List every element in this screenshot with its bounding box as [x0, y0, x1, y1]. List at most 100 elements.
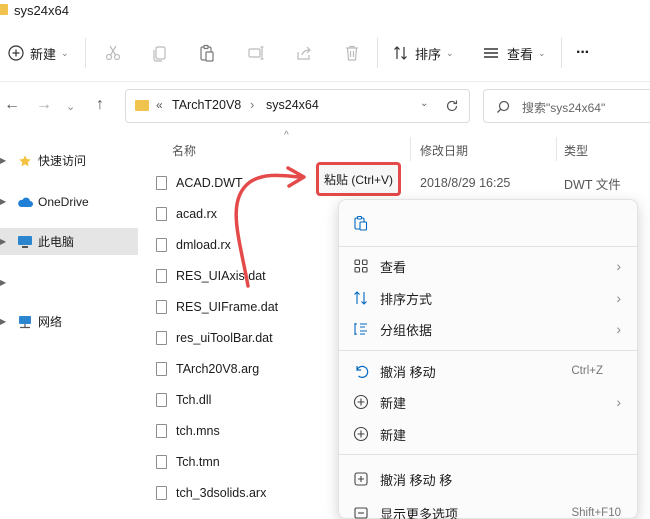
- breadcrumb-item[interactable]: sys24x64: [266, 98, 319, 112]
- paste-tooltip: 粘贴 (Ctrl+V): [316, 162, 401, 196]
- file-icon: [156, 238, 167, 252]
- menu-item-undo[interactable]: 撤消 移动 Ctrl+Z: [339, 356, 639, 386]
- chevron-down-icon: ⌄: [61, 47, 69, 58]
- context-menu: 查看 › 排序方式 › 分组依据 › 撤消 移动 Ctrl+Z 新建 › 新建 …: [338, 199, 639, 519]
- sidebar-item-label: 此电脑: [38, 235, 75, 249]
- view-icon: [484, 48, 498, 58]
- sort-button[interactable]: 排序 ⌄: [393, 40, 454, 66]
- menu-item-view[interactable]: 查看 ›: [339, 251, 639, 281]
- menu-item-group-by[interactable]: 分组依据 ›: [339, 314, 639, 344]
- chevron-down-icon[interactable]: ⌄: [66, 100, 75, 113]
- file-icon: [156, 269, 167, 283]
- more-button[interactable]: ···: [576, 40, 590, 66]
- menu-item-new-ghost[interactable]: 新建: [339, 419, 639, 449]
- menu-item-label: 新建: [380, 395, 407, 411]
- back-icon[interactable]: ←: [4, 96, 20, 114]
- file-icon: [156, 331, 167, 345]
- paste-icon: [354, 215, 368, 231]
- file-name: ACAD.DWT: [176, 176, 243, 190]
- search-box[interactable]: 搜索"sys24x64": [483, 89, 650, 123]
- refresh-icon[interactable]: [445, 99, 459, 113]
- menu-item-label: 查看: [380, 259, 407, 275]
- column-divider[interactable]: [556, 137, 557, 161]
- address-row: ← → ⌄ ↑ « TArchT20V8 › sys24x64 ⌄ 搜索"sys…: [0, 82, 650, 132]
- file-name: tch.mns: [176, 424, 220, 438]
- column-divider[interactable]: [410, 137, 411, 161]
- new-icon: [353, 394, 369, 410]
- chevron-right-icon[interactable]: ▶: [0, 156, 6, 165]
- file-name: res_uiToolBar.dat: [176, 331, 273, 345]
- new-button[interactable]: 新建 ⌄: [8, 40, 69, 66]
- menu-item-label: 显示更多选项: [380, 506, 459, 519]
- sidebar-item-label: 网络: [38, 315, 63, 329]
- menu-item-sort[interactable]: 排序方式 ›: [339, 283, 639, 313]
- address-bar[interactable]: « TArchT20V8 › sys24x64 ⌄: [125, 89, 470, 123]
- file-name: tch_3dsolids.arx: [176, 486, 267, 500]
- more-options-icon: [354, 507, 368, 519]
- new-label: 新建: [30, 46, 57, 62]
- paste-icon[interactable]: [196, 42, 218, 64]
- file-icon: [156, 207, 167, 221]
- divider: [561, 38, 562, 68]
- column-header-type[interactable]: 类型: [564, 142, 588, 159]
- menu-divider: [339, 454, 639, 455]
- menu-item-show-more[interactable]: 显示更多选项 Shift+F10: [339, 498, 639, 519]
- chevron-right-icon: ›: [616, 258, 621, 274]
- divider: [85, 38, 86, 68]
- file-name: TArch20V8.arg: [176, 362, 260, 376]
- folder-icon: [135, 100, 149, 111]
- menu-item-shortcut: Shift+F10: [571, 507, 621, 519]
- column-header-name[interactable]: 名称: [172, 142, 196, 159]
- divider: [377, 38, 378, 68]
- menu-item-undo-ghost[interactable]: 撤消 移动 移: [339, 464, 639, 494]
- view-button[interactable]: 查看 ⌄: [483, 40, 546, 66]
- title-bar: sys24x64: [0, 0, 650, 24]
- address-overflow[interactable]: «: [156, 98, 163, 112]
- command-bar: 新建 ⌄ 排序 ⌄ 查看 ⌄ ···: [0, 24, 650, 82]
- search-placeholder: 搜索"sys24x64": [522, 101, 606, 115]
- menu-divider: [339, 350, 639, 351]
- new-icon: [353, 426, 369, 442]
- sidebar-item-quick-access[interactable]: ▶ 快速访问: [0, 147, 138, 174]
- file-icon: [156, 393, 167, 407]
- chevron-right-icon[interactable]: ▶: [0, 237, 6, 246]
- sidebar-item-this-pc[interactable]: ▶ 此电脑: [0, 228, 138, 255]
- menu-item-new[interactable]: 新建 ›: [339, 387, 639, 417]
- more-icon: ···: [576, 44, 590, 61]
- chevron-down-icon[interactable]: ⌄: [420, 98, 428, 109]
- cloud-icon: [18, 197, 33, 207]
- chevron-right-icon: ›: [616, 394, 621, 410]
- breadcrumb-item[interactable]: TArchT20V8: [172, 98, 241, 112]
- window-title: sys24x64: [14, 3, 69, 18]
- forward-icon[interactable]: →: [36, 96, 52, 114]
- sort-label: 排序: [415, 46, 442, 62]
- file-name: dmload.rx: [176, 238, 231, 252]
- view-label: 查看: [507, 46, 534, 62]
- file-icon: [156, 176, 167, 190]
- file-name: Tch.tmn: [176, 455, 220, 469]
- column-header-date[interactable]: 修改日期: [420, 142, 468, 159]
- menu-item-label: 撤消 移动: [380, 364, 436, 380]
- up-icon[interactable]: ↑: [96, 96, 104, 114]
- chevron-right-icon[interactable]: ▶: [0, 278, 6, 287]
- copy-icon[interactable]: [149, 42, 171, 64]
- menu-item-label: 新建: [380, 427, 407, 443]
- delete-icon[interactable]: [341, 42, 363, 64]
- menu-paste-button[interactable]: [339, 208, 639, 238]
- rename-icon[interactable]: [245, 42, 267, 64]
- chevron-right-icon[interactable]: ▶: [0, 197, 6, 206]
- file-icon: [156, 300, 167, 314]
- undo-icon: [356, 365, 369, 378]
- sidebar-item-network[interactable]: ▶ 网络: [0, 308, 138, 335]
- sidebar-item-onedrive[interactable]: ▶ OneDrive: [0, 188, 138, 215]
- sort-icon: [394, 46, 407, 60]
- file-date: 2018/8/29 16:25: [420, 176, 511, 190]
- sidebar-item-blurred[interactable]: ▶: [0, 269, 138, 296]
- chevron-down-icon: ⌄: [446, 47, 454, 58]
- grid-icon: [354, 259, 368, 273]
- file-type: DWT 文件: [564, 177, 621, 192]
- cut-icon[interactable]: [102, 42, 124, 64]
- share-icon[interactable]: [293, 42, 315, 64]
- chevron-right-icon[interactable]: ▶: [0, 317, 6, 326]
- plus-circle-icon: [8, 45, 24, 61]
